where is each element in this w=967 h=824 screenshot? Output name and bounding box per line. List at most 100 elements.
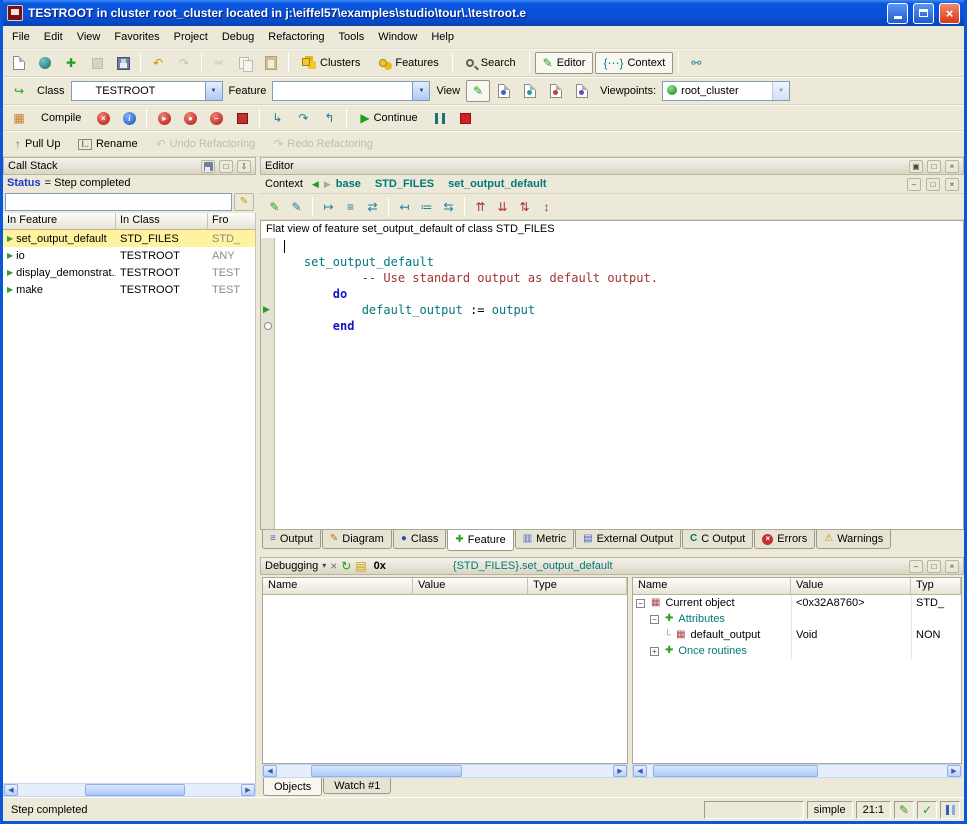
freeze-button[interactable] [85, 52, 109, 74]
call-stack-row[interactable]: ▶set_output_defaultSTD_FILESSTD_ [3, 230, 255, 247]
layout-state-button[interactable] [940, 801, 960, 819]
menu-view[interactable]: View [70, 28, 108, 46]
expand-icon[interactable]: + [650, 647, 659, 656]
editor-header[interactable]: Editor ▣ □ × [260, 157, 964, 175]
close-panel-button[interactable]: × [945, 160, 959, 173]
call-stack-hscrollbar[interactable]: ◀ ▶ [3, 783, 256, 797]
breakpoint-slot-icon[interactable] [264, 322, 272, 330]
clickable-view-button[interactable] [492, 80, 516, 102]
close-button[interactable]: × [939, 3, 960, 24]
show-callers-button[interactable]: ⇅ [515, 197, 534, 216]
code-line[interactable]: -- Use standard output as default output… [275, 270, 963, 286]
scroll-right-icon[interactable]: ▶ [613, 765, 627, 777]
hex-toggle[interactable]: 0x [371, 560, 389, 572]
tab-warnings[interactable]: ⚠Warnings [816, 530, 891, 549]
contract-view-button[interactable] [544, 80, 568, 102]
show-descendants-button[interactable]: ⇊ [493, 197, 512, 216]
watch-hscrollbar[interactable]: ◀ ▶ [262, 764, 628, 778]
tab-c[interactable]: CC Output [682, 530, 753, 549]
call-stack-row[interactable]: ▶display_demonstrat...TESTROOTTEST [3, 264, 255, 281]
feature-combobox[interactable]: ▼ [272, 81, 430, 101]
object-tree-row[interactable]: −▦Current object<0x32A8760>STD_ [633, 595, 961, 611]
class-combobox[interactable]: TESTROOT ▼ [71, 81, 223, 101]
undo-button[interactable]: ↶ [146, 52, 170, 74]
object-tree-row[interactable]: +✚Once routines [633, 643, 961, 659]
float-panel-button[interactable]: □ [219, 160, 233, 173]
edit-feature-button[interactable]: ✎ [265, 197, 284, 216]
object-tree-row[interactable]: └▦default_outputVoidNON [633, 627, 961, 643]
tab-external[interactable]: ▤External Output [575, 530, 681, 549]
jump-to-feature-button[interactable]: ↦ [319, 197, 338, 216]
viewpoints-combobox[interactable]: root_cluster ▼ [662, 81, 790, 101]
menu-refactoring[interactable]: Refactoring [261, 28, 331, 46]
step-out-button[interactable]: ↰ [317, 107, 341, 129]
diagram-tool-button[interactable]: ⚯ [684, 52, 708, 74]
redo-button[interactable]: ↷ [172, 52, 196, 74]
sync-state-button[interactable]: ✓ [917, 801, 937, 819]
breakpoint-gutter[interactable] [261, 238, 275, 529]
context-crumb[interactable]: base [336, 178, 361, 190]
redo-refactoring-button[interactable]: ↷Redo Refactoring [265, 133, 381, 155]
forward-icon[interactable]: ▶ [324, 180, 331, 189]
tab-class[interactable]: ●Class [393, 530, 447, 549]
call-stack-row[interactable]: ▶makeTESTROOTTEST [3, 281, 255, 298]
scroll-track[interactable] [18, 784, 241, 796]
call-stack-header[interactable]: Call Stack □ ⇩ [3, 157, 256, 175]
scroll-left-icon[interactable]: ◀ [263, 765, 277, 777]
tab-errors[interactable]: ×Errors [754, 530, 815, 549]
menu-debug[interactable]: Debug [215, 28, 261, 46]
chevron-down-icon[interactable]: ▼ [772, 82, 789, 100]
chevron-down-icon[interactable]: ▼ [412, 82, 429, 100]
maximize-panel-button[interactable]: □ [926, 178, 940, 191]
show-callees-button[interactable]: ↕ [537, 197, 556, 216]
stack-filter-button[interactable]: ✎ [234, 193, 254, 211]
send-to-tool-button[interactable]: ↪ [7, 80, 31, 102]
clusters-button[interactable]: Clusters [294, 52, 368, 74]
cut-button[interactable]: ✂ [207, 52, 231, 74]
scroll-thumb[interactable] [85, 784, 185, 796]
assigners-button[interactable]: ≔ [417, 197, 436, 216]
minimize-panel-button[interactable]: – [907, 178, 921, 191]
refresh-icon[interactable]: ↻ [341, 560, 351, 572]
scroll-right-icon[interactable]: ▶ [947, 765, 961, 777]
tab-objects[interactable]: Objects [263, 778, 322, 796]
close-tool-icon[interactable]: × [330, 560, 337, 572]
scroll-thumb[interactable] [311, 765, 462, 777]
collapse-icon[interactable]: − [636, 599, 645, 608]
basic-text-view-button[interactable]: ✎ [466, 80, 490, 102]
step-into-button[interactable]: ↳ [265, 107, 289, 129]
go-to-definition-button[interactable]: ↤ [395, 197, 414, 216]
toggle-list-button[interactable]: ⇆ [439, 197, 458, 216]
menu-project[interactable]: Project [167, 28, 215, 46]
context-toggle-button[interactable]: {⋯}Context [595, 52, 673, 74]
features-button[interactable]: Features [370, 52, 446, 74]
object-tree-row[interactable]: −✚Attributes [633, 611, 961, 627]
menu-tools[interactable]: Tools [332, 28, 372, 46]
save-button[interactable] [111, 52, 135, 74]
tab-metric[interactable]: ▥Metric [515, 530, 574, 549]
column-value[interactable]: Value [791, 578, 911, 595]
open-in-new-editor-button[interactable]: ✎ [287, 197, 306, 216]
debugging-header[interactable]: Debugging ▾ × ↻ ▤ 0x {STD_FILES}.set_out… [260, 557, 964, 575]
open-button[interactable] [33, 52, 57, 74]
scroll-left-icon[interactable]: ◀ [633, 765, 647, 777]
menu-file[interactable]: File [5, 28, 37, 46]
close-panel-button[interactable]: × [945, 178, 959, 191]
scroll-right-icon[interactable]: ▶ [241, 784, 255, 796]
menu-edit[interactable]: Edit [37, 28, 70, 46]
watch-table-body[interactable] [263, 595, 627, 763]
scroll-thumb[interactable] [653, 765, 818, 777]
undo-refactoring-button[interactable]: ↶Undo Refactoring [148, 133, 264, 155]
scroll-track[interactable] [647, 765, 947, 777]
column-name[interactable]: Name [263, 578, 413, 595]
column-type[interactable]: Typ [911, 578, 961, 595]
context-crumb[interactable]: STD_FILES [375, 178, 434, 190]
code-lines[interactable]: set_output_default -- Use standard outpu… [275, 238, 963, 529]
code-line[interactable] [275, 238, 963, 254]
scroll-left-icon[interactable]: ◀ [4, 784, 18, 796]
interface-view-button[interactable] [570, 80, 594, 102]
call-stack-row[interactable]: ▶ioTESTROOTANY [3, 247, 255, 264]
debug-run-button[interactable]: ▸ [152, 107, 176, 129]
melt-button[interactable]: ▦ [7, 107, 31, 129]
minimize-panel-button[interactable]: – [909, 560, 923, 573]
